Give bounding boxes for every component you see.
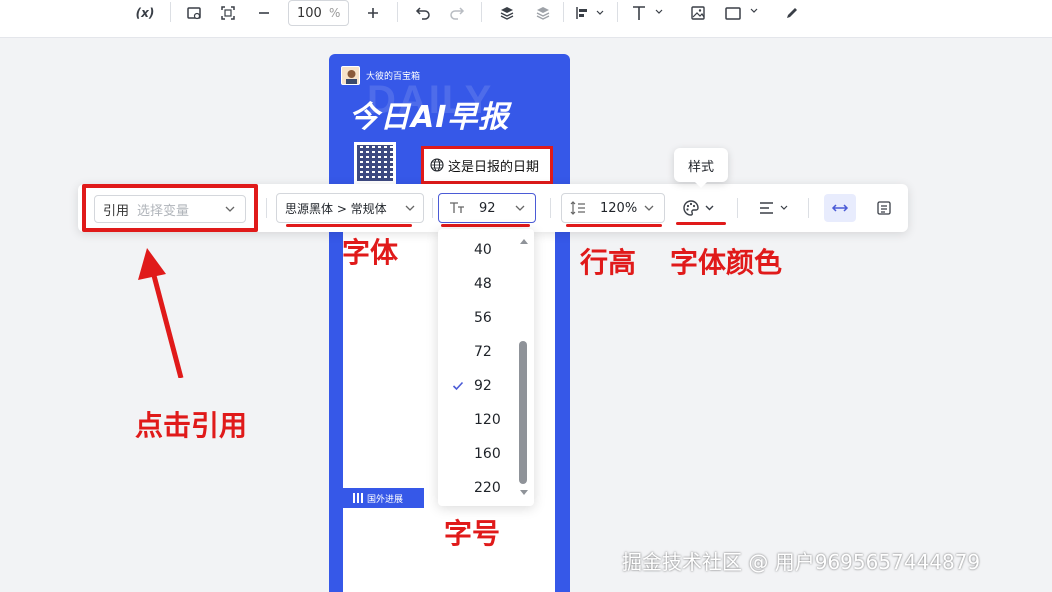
avatar [341, 66, 360, 85]
font-size-value: 92 [479, 200, 496, 216]
scroll-up-icon[interactable] [519, 237, 529, 245]
annotation-click-ref: 点击引用 [135, 409, 248, 442]
fixed-width-button[interactable] [824, 194, 856, 222]
annotation-line-height: 行高 [580, 246, 637, 279]
variable-label: (x) [135, 6, 155, 20]
top-toolbar: (x) 100 % [0, 0, 1052, 38]
zoom-input[interactable]: 100 % [288, 0, 349, 26]
divider [808, 198, 809, 218]
scroll-down-icon[interactable] [519, 489, 529, 497]
divider [481, 2, 482, 22]
bar-chart-icon [353, 493, 363, 503]
frame-settings-icon[interactable] [182, 0, 206, 26]
variable-button[interactable]: (x) [132, 0, 158, 26]
option-text: 56 [474, 310, 492, 326]
zoom-in-icon[interactable] [360, 0, 386, 26]
layer-down-icon[interactable] [530, 0, 556, 26]
style-tooltip: 样式 [674, 148, 728, 188]
zoom-out-icon[interactable] [252, 0, 276, 26]
document-icon [877, 201, 891, 215]
fit-screen-icon[interactable] [216, 0, 240, 26]
font-size-icon [450, 202, 464, 213]
globe-icon [430, 158, 444, 172]
chevron-down-icon [644, 205, 654, 211]
option-text: 40 [474, 242, 492, 258]
font-size-underline [441, 224, 530, 227]
divider [563, 2, 564, 22]
font-underline [286, 224, 412, 227]
divider [266, 198, 267, 218]
option-text: 48 [474, 276, 492, 292]
text-align-button[interactable] [754, 196, 794, 220]
redo-icon[interactable] [444, 0, 470, 26]
line-height-select[interactable]: 120% [561, 193, 665, 223]
zoom-unit: % [329, 6, 341, 20]
option-text: 72 [474, 344, 492, 360]
chevron-down-icon [405, 205, 415, 211]
divider [737, 198, 738, 218]
annotation-font: 字体 [342, 236, 399, 269]
scrollbar-thumb[interactable] [519, 341, 527, 484]
divider [170, 2, 171, 22]
line-height-icon [570, 201, 585, 215]
qr-code-icon [354, 142, 396, 184]
divider [617, 2, 618, 22]
layer-up-icon[interactable] [494, 0, 520, 26]
option-text: 120 [474, 412, 501, 428]
shape-tool-icon[interactable] [722, 0, 762, 26]
date-text-element[interactable]: 这是日报的日期 [421, 146, 553, 184]
annotation-font-size: 字号 [444, 517, 501, 550]
font-color-button[interactable] [680, 196, 720, 220]
reference-highlight: 引用 选择变量 [82, 184, 258, 232]
font-color-underline [676, 222, 726, 225]
check-icon [452, 381, 464, 391]
pen-tool-icon[interactable] [780, 0, 804, 26]
palette-icon [683, 200, 714, 216]
watermark: 掘金技术社区 @ 用户9695657444879 [622, 550, 981, 574]
reference-label: 引用 [103, 203, 130, 219]
align-icon[interactable] [572, 0, 608, 26]
align-left-icon [760, 202, 788, 214]
divider [432, 198, 433, 218]
chevron-down-icon [225, 206, 235, 212]
image-tool-icon[interactable] [686, 0, 710, 26]
author-name: 大彼的百宝箱 [366, 72, 421, 82]
line-height-underline [566, 224, 662, 227]
option-text: 220 [474, 480, 501, 496]
divider [550, 198, 551, 218]
font-family-value: 思源黑体 > 常规体 [285, 201, 387, 216]
reference-select[interactable]: 引用 选择变量 [94, 195, 246, 223]
text-wrap-button[interactable] [870, 196, 898, 220]
option-text: 160 [474, 446, 501, 462]
font-size-select[interactable]: 92 [438, 193, 536, 223]
reference-placeholder: 选择变量 [137, 203, 190, 219]
undo-icon[interactable] [410, 0, 436, 26]
width-arrows-icon [831, 204, 849, 212]
font-family-select[interactable]: 思源黑体 > 常规体 [276, 193, 424, 223]
chevron-down-icon [515, 205, 525, 211]
annotation-font-color: 字体颜色 [670, 246, 783, 279]
arrow-annotation-icon [138, 248, 184, 378]
section-header: 国外进展 [343, 488, 424, 508]
line-height-value: 120% [600, 200, 638, 216]
zoom-value: 100 [297, 5, 322, 21]
poster-title[interactable]: 今日AI早报 [349, 92, 559, 136]
style-tooltip-text: 样式 [687, 159, 714, 175]
option-text: 92 [474, 378, 492, 394]
date-text: 这是日报的日期 [448, 159, 540, 175]
text-tool-icon[interactable] [628, 0, 666, 26]
section-label: 国外进展 [367, 494, 404, 505]
divider [397, 2, 398, 22]
